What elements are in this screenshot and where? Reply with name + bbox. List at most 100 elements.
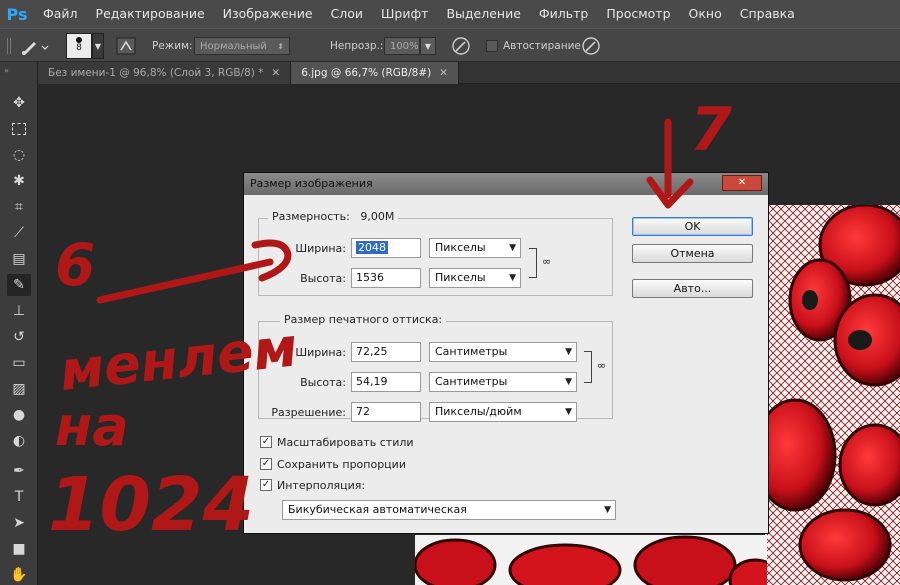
eraser-tool-icon[interactable]: ▭ xyxy=(7,352,31,374)
pressure-pen-icon xyxy=(452,37,470,55)
fractal-image xyxy=(415,535,767,585)
menu-window[interactable]: Окно xyxy=(680,0,731,28)
pixel-width-label: Ширина: xyxy=(295,242,346,255)
brush-size-value: 8 xyxy=(76,43,82,53)
menu-image[interactable]: Изображение xyxy=(214,0,322,28)
doc-height-input[interactable]: 54,19 xyxy=(351,372,421,392)
photoshop-logo: Ps xyxy=(6,4,28,24)
brush-icon xyxy=(22,42,49,55)
gradient-tool-icon[interactable]: ▨ xyxy=(7,378,31,400)
dodge-tool-icon[interactable]: ◐ xyxy=(7,430,31,452)
doc-width-input[interactable]: 72,25 xyxy=(351,342,421,362)
chevron-down-icon: ▼ xyxy=(509,273,516,283)
opacity-input[interactable]: 100% xyxy=(384,37,420,55)
pixel-height-unit-dropdown[interactable]: Пикселы ▼ xyxy=(429,268,521,288)
autoerase-toggle[interactable]: Автостирание xyxy=(486,29,581,63)
checkmark-icon[interactable]: ✓ xyxy=(260,436,272,448)
scale-styles-checkbox[interactable]: ✓ Масштабировать стили xyxy=(260,434,414,450)
menu-view[interactable]: Просмотр xyxy=(597,0,679,28)
menu-file[interactable]: Файл xyxy=(34,0,87,28)
hand-tool-icon[interactable]: ✋ xyxy=(7,564,31,585)
close-icon[interactable]: ✕ xyxy=(722,175,762,191)
pixel-height-input[interactable]: 1536 xyxy=(351,268,421,288)
pressure-opacity-toggle[interactable] xyxy=(450,29,472,63)
chevron-down-icon: ▼ xyxy=(92,33,104,59)
annotation-step-6: 6 xyxy=(55,231,95,299)
chevron-down-icon: ▼ xyxy=(509,243,516,253)
marquee-tool-icon[interactable] xyxy=(7,118,31,140)
options-bar: 8 ▼ Режим: Нормальный ⬍ Непрозр.: 100% ▼… xyxy=(0,28,900,62)
ok-button[interactable]: OK xyxy=(632,217,753,236)
brush-panel-icon xyxy=(116,37,136,55)
annotation-step-7: 7 xyxy=(690,95,732,165)
brush-tool-icon[interactable]: ✎ xyxy=(7,274,31,296)
magic-wand-tool-icon[interactable]: ✱ xyxy=(7,170,31,192)
chevron-down-icon: ▼ xyxy=(604,505,611,515)
collapse-panel-icon[interactable]: » xyxy=(4,66,9,75)
menu-edit[interactable]: Редактирование xyxy=(87,0,214,28)
brush-preset-picker[interactable] xyxy=(20,29,50,63)
blur-tool-icon[interactable]: ● xyxy=(7,404,31,426)
eyedropper-tool-icon[interactable]: ⟋ xyxy=(7,222,31,244)
doc-height-unit-dropdown[interactable]: Сантиметры ▼ xyxy=(429,372,577,392)
close-icon[interactable]: ✕ xyxy=(439,67,448,79)
dialog-title[interactable]: Размер изображения ✕ xyxy=(244,173,768,195)
pixel-width-input[interactable]: 2048 xyxy=(351,238,421,258)
path-selection-tool-icon[interactable]: ➤ xyxy=(7,512,31,534)
brush-panel-toggle[interactable] xyxy=(116,29,136,63)
move-tool-icon[interactable]: ✥ xyxy=(7,92,31,114)
menu-layers[interactable]: Слои xyxy=(322,0,373,28)
dialog-title-text: Размер изображения xyxy=(250,177,373,190)
link-bracket xyxy=(529,248,537,278)
chevron-down-icon: ▼ xyxy=(565,347,572,357)
mode-label: Режим: xyxy=(152,40,193,52)
opacity-label: Непрозр.: xyxy=(330,40,384,52)
tab-6-jpg[interactable]: 6.jpg @ 66,7% (RGB/8#) ✕ xyxy=(291,62,460,84)
tab-untitled-1[interactable]: Без имени-1 @ 96,8% (Слой 3, RGB/8) * ✕ xyxy=(38,62,292,84)
mode-value: Нормальный xyxy=(200,40,267,52)
close-icon[interactable]: ✕ xyxy=(271,67,280,79)
checkmark-icon[interactable]: ✓ xyxy=(260,479,272,491)
cancel-button[interactable]: Отмена xyxy=(632,244,753,263)
doc-width-unit-dropdown[interactable]: Сантиметры ▼ xyxy=(429,342,577,362)
link-bracket xyxy=(584,351,592,383)
interpolation-dropdown[interactable]: Бикубическая автоматическая ▼ xyxy=(282,500,616,520)
canvas-image[interactable] xyxy=(765,205,900,585)
document-tabs: Без имени-1 @ 96,8% (Слой 3, RGB/8) * ✕ 6… xyxy=(38,62,900,84)
menu-type[interactable]: Шрифт xyxy=(372,0,437,28)
autoerase-checkbox[interactable] xyxy=(486,40,498,52)
chain-link-icon: ∞ xyxy=(542,255,552,268)
resolution-unit-dropdown[interactable]: Пикселы/дюйм ▼ xyxy=(429,402,577,422)
resolution-input[interactable]: 72 xyxy=(351,402,421,422)
healing-brush-tool-icon[interactable]: ▤ xyxy=(7,248,31,270)
document-size-label: Размер печатного оттиска: xyxy=(280,313,447,326)
menu-help[interactable]: Справка xyxy=(731,0,804,28)
doc-width-label: Ширина: xyxy=(295,346,346,359)
chevron-down-icon: ▼ xyxy=(565,377,572,387)
stamp-tool-icon[interactable]: ⊥ xyxy=(7,300,31,322)
doc-height-label: Высота: xyxy=(300,376,346,389)
constrain-proportions-checkbox[interactable]: ✓ Сохранить пропорции xyxy=(260,456,406,472)
crop-tool-icon[interactable]: ⌗ xyxy=(7,196,31,218)
autoerase-label: Автостирание xyxy=(503,40,581,52)
lasso-tool-icon[interactable]: ◌ xyxy=(7,144,31,166)
mode-dropdown[interactable]: Нормальный ⬍ xyxy=(194,37,290,55)
rectangle-tool-icon[interactable]: ■ xyxy=(7,538,31,560)
menu-filter[interactable]: Фильтр xyxy=(530,0,597,28)
pressure-size-toggle[interactable] xyxy=(580,29,602,63)
checkmark-icon[interactable]: ✓ xyxy=(260,458,272,470)
history-brush-tool-icon[interactable]: ↺ xyxy=(7,326,31,348)
brush-size-picker[interactable]: 8 ▼ xyxy=(66,29,104,63)
type-tool-icon[interactable]: T xyxy=(7,486,31,508)
menu-select[interactable]: Выделение xyxy=(437,0,529,28)
chevron-down-icon: ▼ xyxy=(565,407,572,417)
chain-link-icon: ∞ xyxy=(597,359,607,372)
opacity-value: 100% xyxy=(390,40,419,52)
pen-tool-icon[interactable]: ✒ xyxy=(7,460,31,482)
auto-button[interactable]: Авто... xyxy=(632,279,753,298)
canvas-image-bottom[interactable] xyxy=(415,535,767,585)
pixel-width-unit-dropdown[interactable]: Пикселы ▼ xyxy=(429,238,521,258)
annotation-word-3: 1024 xyxy=(48,462,254,548)
opacity-slider-toggle[interactable]: ▼ xyxy=(420,37,436,55)
resample-checkbox[interactable]: ✓ Интерполяция: xyxy=(260,477,365,493)
